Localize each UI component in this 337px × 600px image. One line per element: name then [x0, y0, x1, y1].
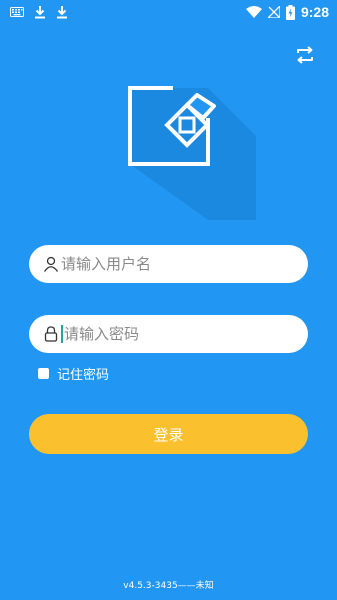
status-left: [10, 5, 68, 19]
remember-password-toggle[interactable]: 记住密码: [38, 364, 109, 383]
password-input[interactable]: [64, 319, 294, 349]
app-logo: [128, 86, 256, 220]
text-cursor: [61, 325, 63, 343]
username-field[interactable]: [29, 245, 308, 283]
remember-label: 记住密码: [57, 368, 110, 383]
keyboard-icon: [10, 7, 24, 17]
status-right: 9:28: [245, 4, 329, 20]
username-input[interactable]: [61, 249, 291, 279]
wifi-icon: [245, 6, 262, 18]
download-icon: [57, 6, 67, 19]
status-bar: 9:28: [0, 0, 337, 24]
user-icon: [43, 256, 59, 272]
battery-charging-icon: [285, 4, 295, 20]
lock-icon: [44, 326, 58, 342]
password-field[interactable]: [29, 315, 308, 353]
download-icon: [35, 6, 45, 19]
remember-checkbox[interactable]: [38, 368, 49, 379]
swap-icon[interactable]: [294, 44, 316, 66]
login-button[interactable]: 登录: [29, 414, 308, 454]
status-time: 9:28: [300, 4, 329, 20]
version-text: v4.5.3-3435——未知: [123, 581, 214, 591]
no-sim-icon: [267, 6, 280, 18]
